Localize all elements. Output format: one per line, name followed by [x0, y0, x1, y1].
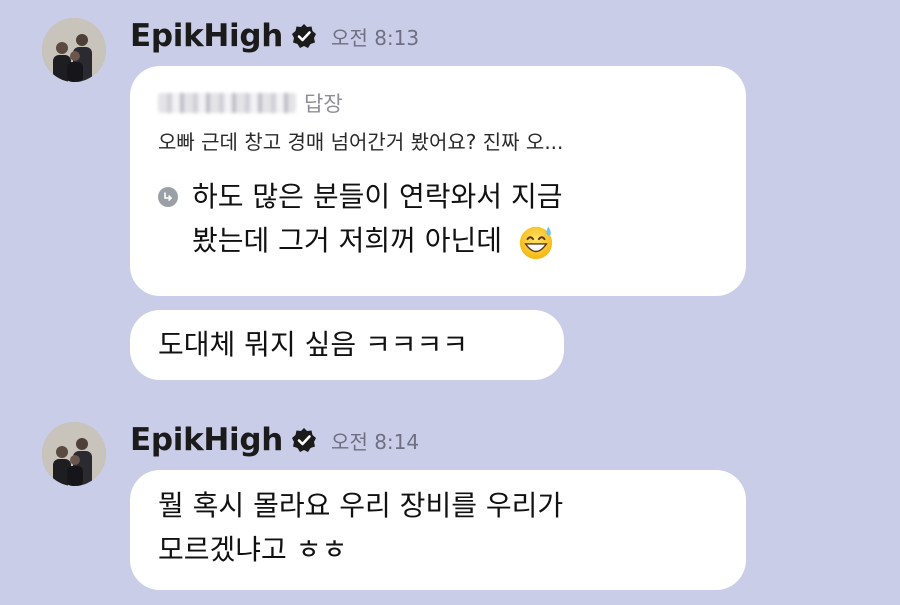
- sender-header: EpikHigh 오전 8:13: [130, 18, 419, 54]
- blurred-username: [158, 93, 296, 113]
- sender-name[interactable]: EpikHigh: [130, 422, 283, 458]
- message-time: 오전 8:13: [331, 25, 420, 50]
- message-bubble[interactable]: 뭘 혹시 몰라요 우리 장비를 우리가 모르겠냐고 ㅎㅎ: [130, 470, 746, 590]
- reply-header: 답장: [158, 88, 718, 118]
- quoted-message[interactable]: 오빠 근데 창고 경매 넘어간거 봤어요? 진짜 오...: [158, 126, 718, 155]
- sender-avatar[interactable]: [42, 18, 106, 82]
- sender-header: EpikHigh 오전 8:14: [130, 422, 419, 458]
- reply-text-line-with-emoji: 봤는데 그거 저희꺼 아닌데: [192, 219, 562, 263]
- sender-name[interactable]: EpikHigh: [130, 18, 283, 54]
- group-photo-icon: [42, 18, 106, 82]
- reply-text-line: 봤는데 그거 저희꺼 아닌데: [192, 224, 503, 257]
- message-text-line: 뭘 혹시 몰라요 우리 장비를 우리가: [158, 489, 564, 522]
- reply-text-line: 하도 많은 분들이 연락와서 지금: [192, 180, 563, 213]
- message-time: 오전 8:14: [331, 429, 420, 454]
- grinning-sweat-emoji: [519, 226, 553, 260]
- reply-message-bubble[interactable]: 답장 오빠 근데 창고 경매 넘어간거 봤어요? 진짜 오... 하도 많은 분…: [130, 66, 746, 296]
- message-text: 도대체 뭐지 싶음 ㅋㅋㅋㅋ: [158, 328, 469, 361]
- verified-badge-icon: [292, 428, 317, 452]
- reply-text: 하도 많은 분들이 연락와서 지금 봤는데 그거 저희꺼 아닌데: [192, 175, 562, 263]
- verified-badge-icon: [292, 24, 317, 48]
- message-text: 뭘 혹시 몰라요 우리 장비를 우리가 모르겠냐고 ㅎㅎ: [158, 484, 718, 572]
- group-photo-icon: [42, 422, 106, 486]
- reply-arrow-icon: [158, 187, 178, 207]
- sender-avatar[interactable]: [42, 422, 106, 486]
- reply-body: 하도 많은 분들이 연락와서 지금 봤는데 그거 저희꺼 아닌데: [158, 175, 718, 263]
- message-bubble[interactable]: 도대체 뭐지 싶음 ㅋㅋㅋㅋ: [130, 310, 564, 380]
- reply-label: 답장: [304, 92, 343, 116]
- message-text-line: 모르겠냐고 ㅎㅎ: [158, 533, 348, 566]
